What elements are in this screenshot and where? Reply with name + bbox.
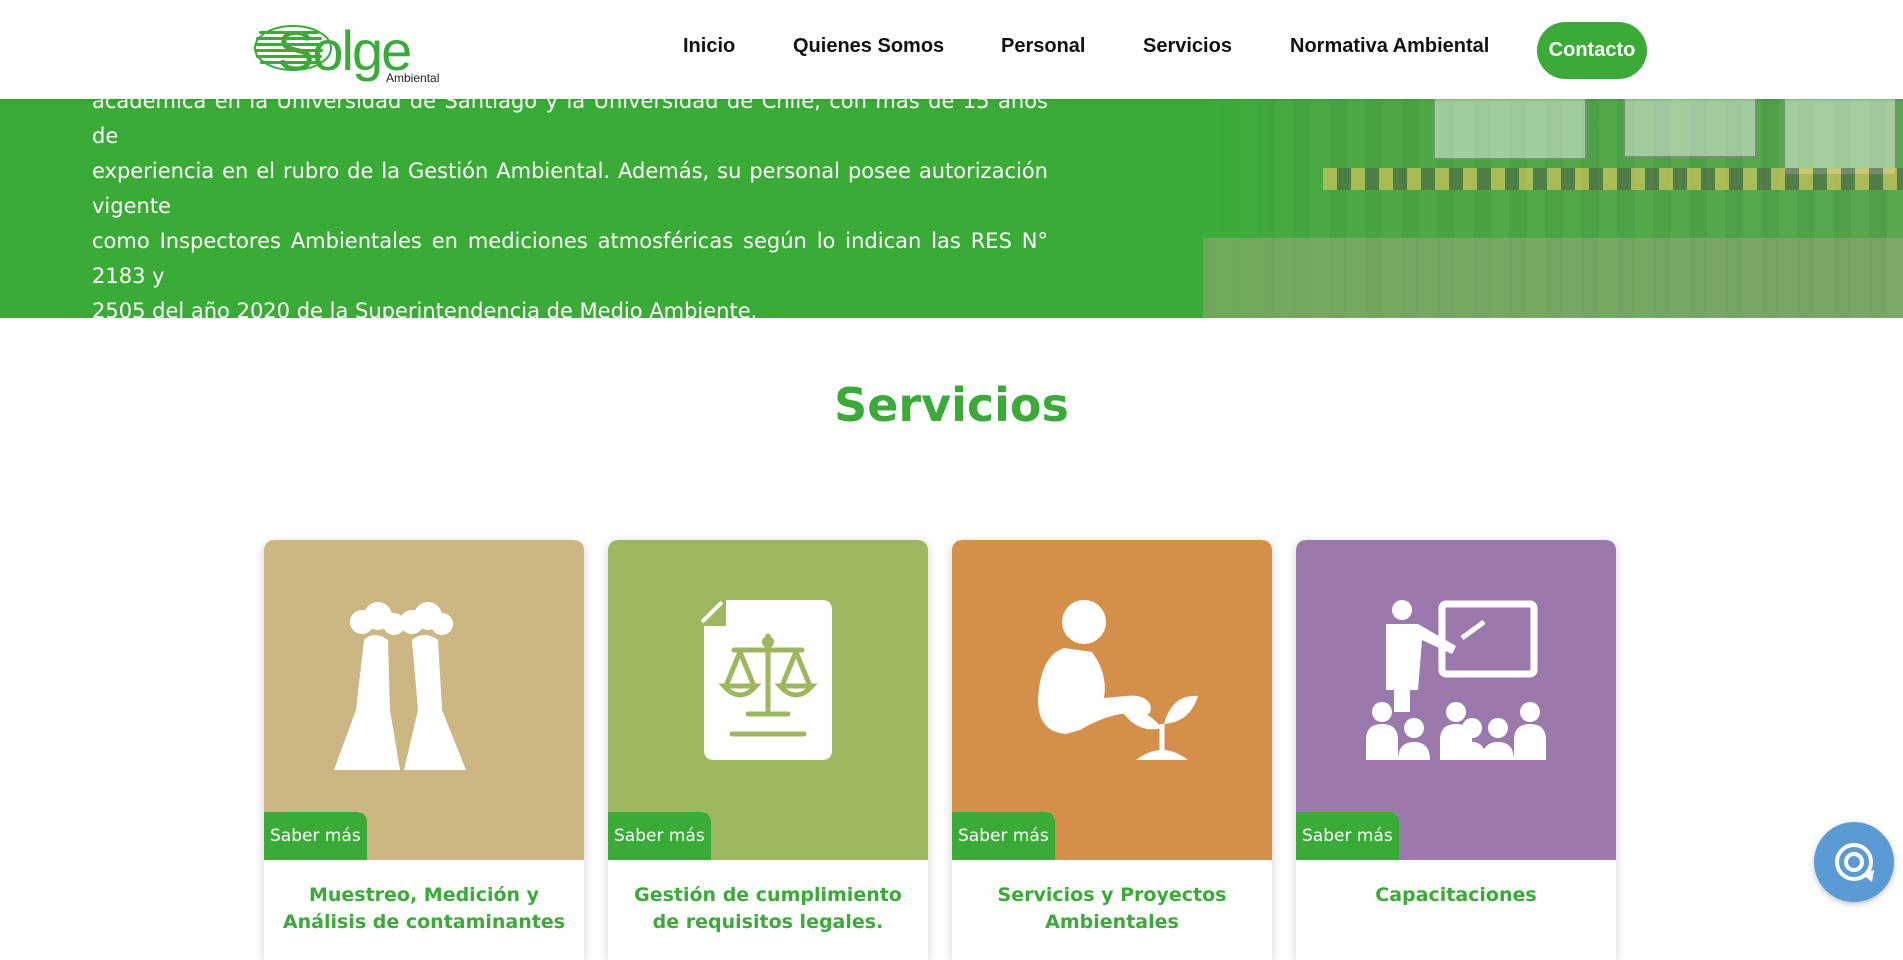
services-title: Servicios: [834, 378, 1069, 432]
chat-widget-button[interactable]: [1814, 822, 1894, 902]
nav-normativa-ambiental[interactable]: Normativa Ambiental: [1290, 35, 1489, 58]
card-image: Saber más: [952, 540, 1272, 860]
saber-mas-button[interactable]: Saber más: [264, 812, 367, 860]
chat-icon: [1835, 843, 1874, 882]
card-title[interactable]: Capacitaciones: [1310, 882, 1602, 909]
service-card[interactable]: Saber más Gestión de cumplimiento de req…: [608, 540, 928, 960]
nav-inicio[interactable]: Inicio: [683, 35, 735, 58]
card-image: Saber más: [608, 540, 928, 860]
service-card[interactable]: Saber más Servicios y Proyectos Ambienta…: [952, 540, 1272, 960]
card-title[interactable]: Gestión de cumplimiento de requisitos le…: [622, 882, 914, 936]
card-image: Saber más: [264, 540, 584, 860]
card-title[interactable]: Servicios y Proyectos Ambientales: [966, 882, 1258, 936]
legal-document-icon: [700, 600, 832, 760]
saber-mas-button[interactable]: Saber más: [608, 812, 711, 860]
saber-mas-button[interactable]: Saber más: [1296, 812, 1399, 860]
logo-subtitle: Ambiental: [386, 71, 439, 85]
hero-line: 2505 del año 2020 de la Superintendencia…: [92, 299, 758, 318]
hero-paragraph: académica en la Universidad de Santiago …: [92, 84, 1048, 318]
nav-quienes-somos[interactable]: Quienes Somos: [793, 35, 944, 58]
card-image: Saber más: [1296, 540, 1616, 860]
contact-button[interactable]: Contacto: [1537, 22, 1647, 79]
nav-personal[interactable]: Personal: [1001, 35, 1085, 58]
nav-servicios[interactable]: Servicios: [1143, 35, 1232, 58]
service-card[interactable]: Saber más Muestreo, Medición y Análisis …: [264, 540, 584, 960]
planting-icon: [1038, 600, 1198, 760]
training-icon: [1366, 600, 1546, 760]
solge-logo[interactable]: Solge Ambiental: [253, 14, 443, 86]
hero-line: experiencia en el rubro de la Gestión Am…: [92, 159, 1048, 218]
hero-line: como Inspectores Ambientales en medicion…: [92, 229, 1048, 288]
service-card[interactable]: Saber más Capacitaciones: [1296, 540, 1616, 960]
site-header: Solge Ambiental Inicio Quienes Somos Per…: [0, 0, 1903, 99]
card-title[interactable]: Muestreo, Medición y Análisis de contami…: [278, 882, 570, 936]
saber-mas-button[interactable]: Saber más: [952, 812, 1055, 860]
factory-icon: [334, 602, 466, 770]
